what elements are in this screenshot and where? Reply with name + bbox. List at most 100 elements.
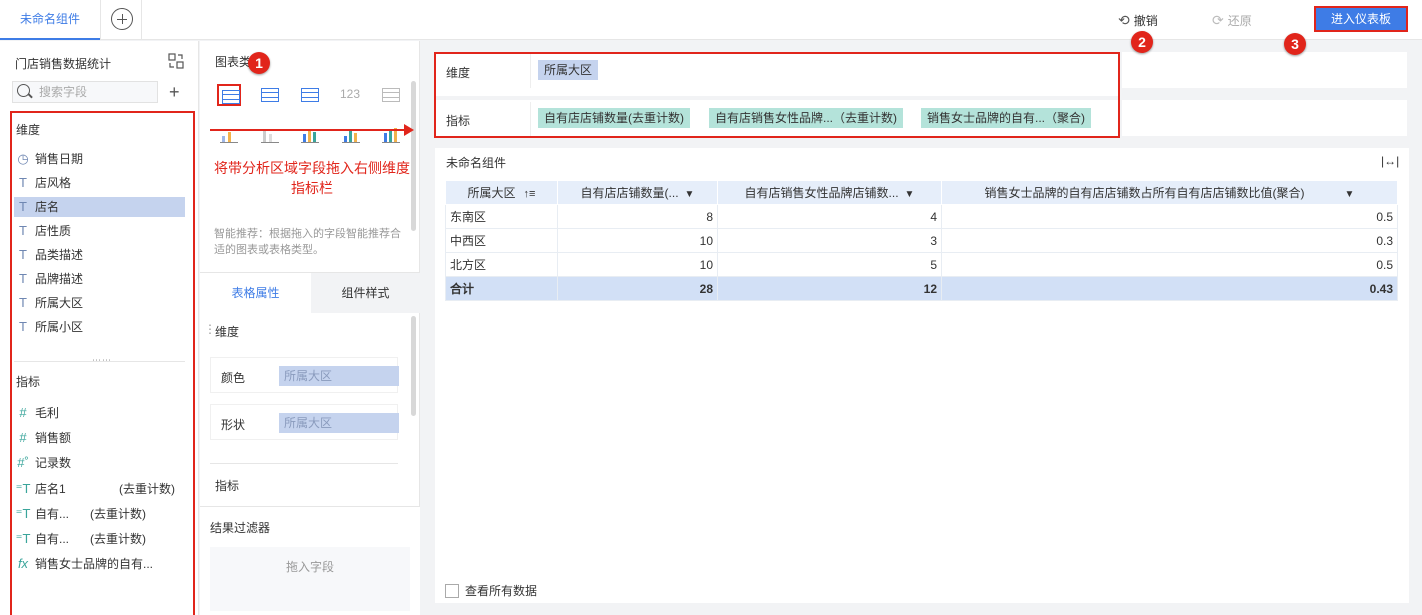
field-item[interactable]: # 销售额 (14, 428, 185, 448)
field-item[interactable]: T 所属小区 (14, 317, 185, 337)
field-item[interactable]: fx 销售女士品牌的自有... (14, 554, 185, 574)
sort-icon[interactable]: ↑≡ (524, 188, 536, 200)
color-field-chip[interactable]: 所属大区 (279, 366, 399, 386)
color-label: 颜色 (221, 371, 246, 385)
chart-type-scrollbar[interactable] (411, 81, 416, 231)
measure-bar: 指标 自有店店铺数量(去重计数) 自有店销售女性品牌...（去重计数) 销售女士… (436, 102, 1118, 136)
checkbox[interactable] (445, 584, 459, 598)
filter-drop-zone[interactable]: 拖入字段 (210, 547, 410, 611)
tab-table-properties[interactable]: 表格属性 (200, 273, 311, 313)
field-item[interactable]: T 品牌描述 (14, 269, 185, 289)
chart-type-scatter[interactable] (217, 124, 241, 146)
field-item[interactable]: ⁼T 自有... (去重计数) (14, 504, 185, 524)
field-item[interactable]: ⁼T 自有... (去重计数) (14, 529, 185, 549)
kpi-icon: 123 (340, 87, 361, 101)
dropdown-arrow-icon[interactable]: ▼ (905, 189, 915, 200)
text-type-icon: T (19, 175, 27, 190)
chart-type-heatmap[interactable] (258, 124, 282, 146)
redo-button[interactable]: ⟳ 还原 (1212, 12, 1252, 29)
props-scrollbar[interactable] (411, 316, 416, 416)
table-icon (222, 90, 240, 104)
switch-dataset-icon[interactable] (168, 53, 184, 69)
measure-chip[interactable]: 自有店销售女性品牌...（去重计数) (709, 108, 903, 128)
chart-type-table[interactable] (217, 84, 241, 106)
text-type-icon: T (19, 319, 27, 334)
chart-type-bar[interactable] (339, 124, 363, 146)
dimension-chip[interactable]: 所属大区 (538, 60, 599, 80)
show-all-data-toggle[interactable]: 查看所有数据 (445, 582, 537, 599)
dataset-title: 门店销售数据统计 (15, 57, 112, 71)
step-badge-3: 3 (1284, 33, 1306, 55)
dimension-bar-separator (530, 54, 531, 88)
text-type-icon: T (19, 199, 27, 214)
field-item[interactable]: T 所属大区 (14, 293, 185, 313)
measure-chip[interactable]: 自有店店铺数量(去重计数) (538, 108, 690, 128)
table-cell: 28 (557, 276, 718, 301)
dimension-bar-label: 维度 (446, 66, 471, 80)
text-type-icon: T (19, 247, 27, 262)
record-count-icon: #˚ (17, 455, 29, 470)
section-divider (14, 361, 185, 362)
color-property: 颜色 所属大区 (210, 357, 399, 393)
text-type-icon: T (19, 271, 27, 286)
table-cell: 0.5 (941, 204, 1398, 229)
table-total-row: 合计 28 12 0.43 (445, 276, 1398, 301)
search-input[interactable] (39, 84, 154, 100)
table-cell: 3 (717, 228, 942, 253)
shape-label: 形状 (221, 418, 246, 432)
tab-component-style[interactable]: 组件样式 (311, 273, 420, 313)
table-header[interactable]: 销售女士品牌的自有店店铺数占所有自有店店铺数比值(聚合) ▼ (941, 180, 1398, 205)
dimension-section-label: 维度 (16, 123, 41, 137)
table-cell: 0.43 (941, 276, 1398, 301)
enter-dashboard-button[interactable]: 进入仪表板 (1314, 6, 1408, 32)
chart-type-crosstable[interactable] (258, 84, 282, 106)
table-row: 中西区 10 3 0.3 (445, 228, 1398, 253)
fit-width-icon[interactable]: |↔| (1381, 154, 1399, 168)
table-header[interactable]: 所属大区 ↑≡ (445, 180, 558, 205)
table-cell: 5 (717, 252, 942, 277)
annotation-arrow (210, 129, 410, 131)
component-canvas: 未命名组件 |↔| 所属大区 ↑≡ 自有店店铺数量(... ▼ 自有店销售女性品牌店… (435, 148, 1409, 603)
distinct-count-icon: ⁼T (15, 506, 31, 521)
field-item[interactable]: #˚ 记录数 (14, 453, 185, 473)
measure-section-label: 指标 (16, 375, 41, 389)
field-item[interactable]: ⁼T 店名1 (去重计数) (14, 479, 185, 499)
undo-button[interactable]: ⟲ 撤销 (1118, 12, 1158, 29)
table-header[interactable]: 自有店销售女性品牌店铺数... ▼ (717, 180, 942, 205)
shape-field-chip[interactable]: 所属大区 (279, 413, 399, 433)
field-item[interactable]: T 店风格 (14, 173, 185, 193)
table-row: 北方区 10 5 0.5 (445, 252, 1398, 277)
dropdown-arrow-icon[interactable]: ▼ (685, 189, 695, 200)
table-header[interactable]: 自有店店铺数量(... ▼ (557, 180, 718, 205)
bars-separator (436, 96, 1118, 100)
step-badge-2: 2 (1131, 31, 1153, 53)
dropdown-arrow-icon[interactable]: ▼ (1345, 189, 1355, 200)
add-component-button[interactable] (100, 0, 142, 40)
chart-type-list[interactable] (379, 84, 403, 106)
redo-icon: ⟳ (1212, 12, 1224, 28)
field-item[interactable]: # 毛利 (14, 403, 185, 423)
field-item[interactable]: T 店性质 (14, 221, 185, 241)
distinct-count-icon: ⁼T (15, 531, 31, 546)
dimension-measure-area: 维度 所属大区 指标 自有店店铺数量(去重计数) 自有店销售女性品牌...（去重… (434, 52, 1120, 138)
table-cell: 12 (717, 276, 942, 301)
chart-type-detail-table[interactable] (298, 84, 322, 106)
chart-type-grouped-bar[interactable] (379, 124, 403, 146)
measure-chip[interactable]: 销售女士品牌的自有...（聚合) (921, 108, 1091, 128)
table-cell: 8 (557, 204, 718, 229)
table-header-row: 所属大区 ↑≡ 自有店店铺数量(... ▼ 自有店销售女性品牌店铺数... ▼ 销售女… (445, 180, 1398, 205)
field-item[interactable]: T 品类描述 (14, 245, 185, 265)
chart-type-kpi[interactable]: 123 (339, 84, 363, 106)
tab-unnamed-component[interactable]: 未命名组件 (0, 0, 100, 40)
table-cell: 0.3 (941, 228, 1398, 253)
plus-icon (111, 8, 133, 30)
dimension-bar-extension (1122, 52, 1407, 88)
chart-type-stacked-bar[interactable] (298, 124, 322, 146)
chart-settings-panel: 图表类 123 智能推荐：根据拖入的字段智能推荐合适的图表或表格类型。 表格属性… (200, 41, 420, 615)
add-field-icon[interactable]: + (169, 83, 180, 101)
chart-type-title: 图表类 (215, 55, 252, 69)
component-title: 未命名组件 (446, 156, 507, 170)
result-filter-title: 结果过滤器 (210, 521, 271, 535)
field-item[interactable]: ◷ 销售日期 (14, 149, 185, 169)
field-item[interactable]: T 店名 (14, 197, 185, 217)
